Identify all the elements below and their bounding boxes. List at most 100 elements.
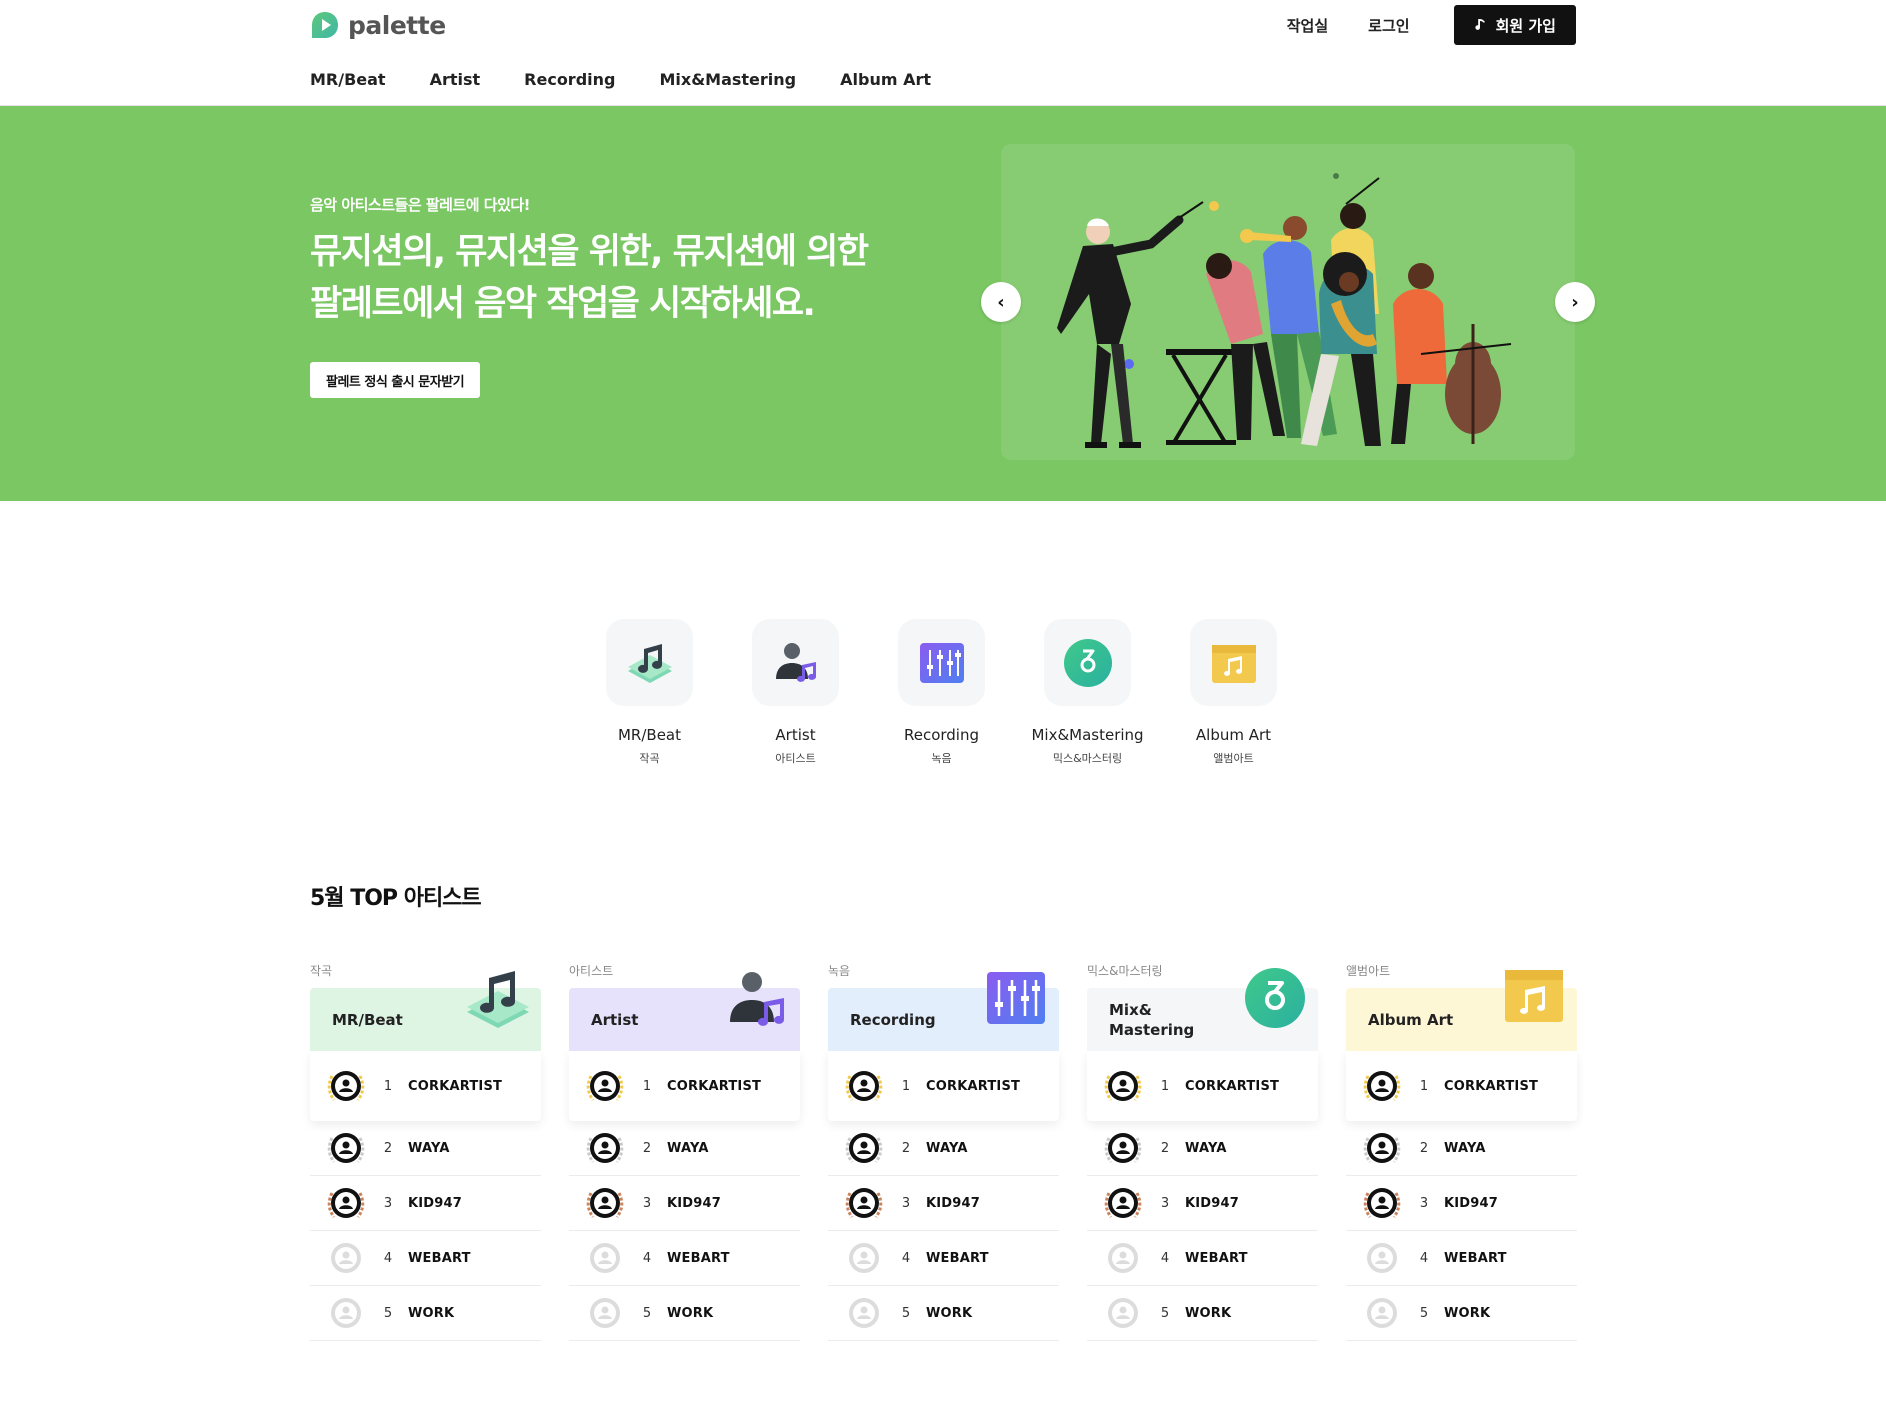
avatar: [583, 1181, 627, 1225]
ranking-row[interactable]: 3 KID947: [828, 1176, 1059, 1231]
ranking-row[interactable]: 3 KID947: [1087, 1176, 1318, 1231]
user-avatar-icon: [331, 1133, 361, 1163]
board-header[interactable]: Album Art: [1346, 970, 1577, 1051]
avatar: [583, 1291, 627, 1335]
ranking-row[interactable]: 1 CORKARTIST: [828, 1051, 1059, 1121]
hero-eyebrow: 음악 아티스트들은 팔레트에 다있다!: [310, 196, 531, 214]
rank-number: 1: [642, 1078, 652, 1094]
category-sub: 녹음: [931, 752, 952, 765]
hero-banner: 음악 아티스트들은 팔레트에 다있다! 뮤지션의, 뮤지션을 위한, 뮤지션에 …: [0, 106, 1886, 501]
sms-signup-button[interactable]: 팔레트 정식 출시 문자받기: [310, 362, 481, 398]
artist-name: CORKARTIST: [1444, 1078, 1539, 1094]
user-avatar-icon: [1367, 1071, 1397, 1101]
rank-number: 2: [1160, 1140, 1170, 1156]
ranking-row[interactable]: 1 CORKARTIST: [310, 1051, 541, 1121]
ranking-row[interactable]: 2 WAYA: [310, 1121, 541, 1176]
board-title: Artist: [591, 1010, 639, 1029]
studio-link[interactable]: 작업실: [1287, 15, 1328, 36]
ranking-row[interactable]: 2 WAYA: [828, 1121, 1059, 1176]
header-actions: 작업실 로그인 회원 가입: [1287, 5, 1576, 45]
user-avatar-icon: [590, 1071, 620, 1101]
logo-text: palette: [348, 10, 446, 40]
ranking-row[interactable]: 5 WORK: [569, 1286, 800, 1341]
signup-button[interactable]: 회원 가입: [1453, 5, 1576, 45]
artist-name: KID947: [667, 1195, 722, 1211]
artist-icon: [730, 972, 784, 1026]
rank-number: 5: [383, 1305, 393, 1321]
avatar: [1101, 1064, 1145, 1108]
artist-icon: [775, 642, 816, 682]
mixer-sliders-icon: [987, 972, 1045, 1024]
ranking-row[interactable]: 5 WORK: [828, 1286, 1059, 1341]
category-sub: 앨범아트: [1213, 752, 1254, 765]
nav-item-artist[interactable]: Artist: [430, 70, 481, 89]
category-recording[interactable]: Recording 녹음: [898, 619, 985, 766]
ranking-row[interactable]: 4 WEBART: [310, 1231, 541, 1286]
nav-item-mrbeat[interactable]: MR/Beat: [310, 70, 386, 89]
ranking-row[interactable]: 2 WAYA: [569, 1121, 800, 1176]
user-avatar-icon: [1367, 1298, 1397, 1328]
rank-number: 1: [1160, 1078, 1170, 1094]
avatar: [324, 1181, 368, 1225]
avatar: [842, 1064, 886, 1108]
ranking-row[interactable]: 4 WEBART: [1087, 1231, 1318, 1286]
user-avatar-icon: [331, 1243, 361, 1273]
ranking-row[interactable]: 4 WEBART: [1346, 1231, 1577, 1286]
ranking-row[interactable]: 1 CORKARTIST: [1346, 1051, 1577, 1121]
ranking-row[interactable]: 5 WORK: [310, 1286, 541, 1341]
music-note-icon: [1474, 19, 1485, 30]
artist-name: WORK: [926, 1305, 973, 1321]
logo[interactable]: palette: [310, 10, 446, 40]
rank-number: 2: [1419, 1140, 1429, 1156]
carousel-next-button[interactable]: ›: [1555, 282, 1595, 322]
ranking-board: 녹음 Recording 1 CORKARTIST 2 WAYA 3 KID947 4 WEBAR…: [828, 962, 1059, 1341]
board-header[interactable]: Recording: [828, 972, 1059, 1051]
category-artist[interactable]: Artist 아티스트: [752, 619, 839, 766]
nav-item-mixmastering[interactable]: Mix&Mastering: [659, 70, 796, 89]
ranking-row[interactable]: 5 WORK: [1346, 1286, 1577, 1341]
category-mrbeat[interactable]: MR/Beat 작곡: [606, 619, 693, 766]
rank-number: 4: [642, 1250, 652, 1266]
rank-number: 3: [1419, 1195, 1429, 1211]
mixer-sliders-icon: [919, 642, 964, 683]
category-name: Recording: [903, 726, 980, 744]
rank-number: 4: [901, 1250, 911, 1266]
category-mixmastering[interactable]: Mix&Mastering 믹스&마스터링: [1031, 619, 1144, 766]
ranking-row[interactable]: 2 WAYA: [1346, 1121, 1577, 1176]
artist-name: KID947: [926, 1195, 981, 1211]
rank-number: 4: [383, 1250, 393, 1266]
nav-item-recording[interactable]: Recording: [524, 70, 615, 89]
ranking-row[interactable]: 4 WEBART: [828, 1231, 1059, 1286]
board-header[interactable]: MR/Beat: [310, 971, 541, 1051]
user-avatar-icon: [849, 1071, 879, 1101]
rank-number: 3: [642, 1195, 652, 1211]
avatar: [1101, 1236, 1145, 1280]
album-folder-icon: [1211, 644, 1256, 683]
user-avatar-icon: [590, 1133, 620, 1163]
login-link[interactable]: 로그인: [1368, 15, 1409, 36]
carousel-prev-button[interactable]: ‹: [981, 282, 1021, 322]
avatar: [842, 1181, 886, 1225]
ranking-row[interactable]: 3 KID947: [310, 1176, 541, 1231]
ranking-row[interactable]: 3 KID947: [569, 1176, 800, 1231]
ranking-row[interactable]: 4 WEBART: [569, 1231, 800, 1286]
board-header[interactable]: Artist: [569, 972, 800, 1051]
nav-item-albumart[interactable]: Album Art: [840, 70, 931, 89]
artist-name: KID947: [1444, 1195, 1499, 1211]
rank-number: 1: [901, 1078, 911, 1094]
ranking-row[interactable]: 1 CORKARTIST: [1087, 1051, 1318, 1121]
ranking-row[interactable]: 5 WORK: [1087, 1286, 1318, 1341]
category-albumart[interactable]: Album Art 앨범아트: [1190, 619, 1277, 766]
board-header[interactable]: Mix& Mastering: [1087, 968, 1318, 1051]
category-name: Album Art: [1195, 726, 1272, 744]
rank-number: 5: [1160, 1305, 1170, 1321]
album-folder-icon: [1505, 970, 1563, 1022]
avatar: [842, 1236, 886, 1280]
ranking-row[interactable]: 2 WAYA: [1087, 1121, 1318, 1176]
category-sub: 작곡: [639, 752, 660, 765]
ranking-row[interactable]: 1 CORKARTIST: [569, 1051, 800, 1121]
avatar: [324, 1236, 368, 1280]
user-avatar-icon: [1108, 1188, 1138, 1218]
avatar: [1360, 1236, 1404, 1280]
ranking-row[interactable]: 3 KID947: [1346, 1176, 1577, 1231]
